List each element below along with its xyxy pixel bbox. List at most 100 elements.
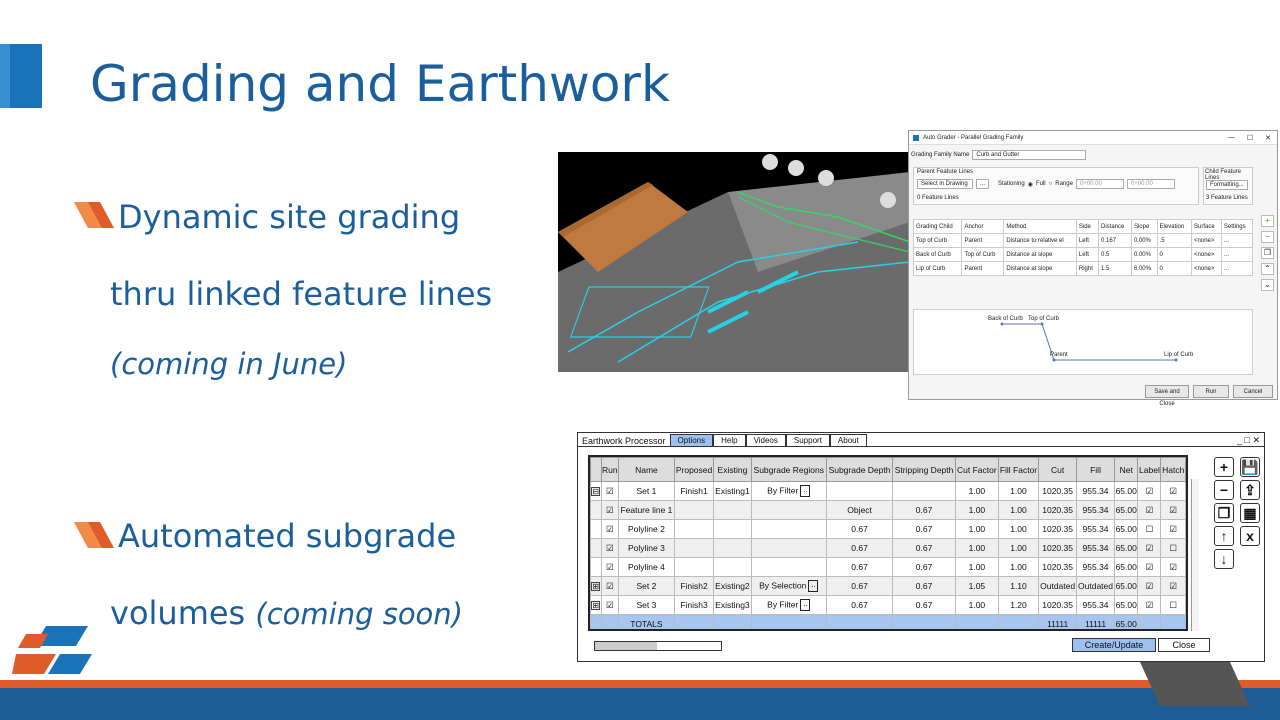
- cell-elevation[interactable]: 0: [1156, 247, 1193, 262]
- regions-picker-button[interactable]: ..: [800, 485, 811, 497]
- save-icon[interactable]: 💾: [1240, 457, 1260, 477]
- full-radio[interactable]: ◉: [1028, 181, 1033, 188]
- cell-slope[interactable]: 0.00%: [1130, 247, 1158, 262]
- value-name[interactable]: Set 3: [637, 600, 657, 610]
- regions-picker-button[interactable]: ..: [800, 599, 811, 611]
- cell-settings[interactable]: ...: [1220, 233, 1254, 248]
- grading-child-row[interactable]: Back of Curb Top of Curb Distance at slope…: [912, 247, 1254, 262]
- cell-regions: By Selection..: [750, 576, 827, 596]
- hatch-checkbox[interactable]: ☑: [1169, 486, 1177, 496]
- cell-surface[interactable]: <none>: [1191, 261, 1222, 276]
- cell-settings[interactable]: ...: [1220, 247, 1254, 262]
- cell-surface[interactable]: <none>: [1191, 247, 1222, 262]
- move-up-icon[interactable]: ↑: [1214, 526, 1234, 546]
- run-checkbox[interactable]: ☑: [606, 486, 614, 496]
- select-in-drawing-dropdown[interactable]: Select in Drawing: [917, 179, 973, 189]
- label-checkbox[interactable]: ☑: [1146, 486, 1154, 496]
- close-icon[interactable]: ✕: [1265, 134, 1271, 142]
- cell-slope[interactable]: 6.00%: [1130, 261, 1158, 276]
- value-name[interactable]: Set 1: [637, 486, 657, 496]
- cell-method[interactable]: Distance at slope: [1003, 247, 1077, 262]
- value-name[interactable]: Set 2: [637, 581, 657, 591]
- cell-elevation[interactable]: .5: [1156, 233, 1193, 248]
- grading-child-row[interactable]: Top of Curb Parent Distance to relative el…: [912, 233, 1254, 248]
- hatch-checkbox[interactable]: ☑: [1169, 524, 1177, 534]
- run-checkbox[interactable]: ☑: [606, 505, 614, 515]
- run-checkbox[interactable]: ☑: [606, 562, 614, 572]
- regions-picker-button[interactable]: ..: [808, 580, 819, 592]
- table-icon[interactable]: ▦: [1240, 503, 1260, 523]
- save-and-close-button[interactable]: Save and Close: [1145, 385, 1189, 407]
- run-checkbox[interactable]: ☑: [606, 543, 614, 553]
- cell-anchor[interactable]: Top of Curb: [961, 247, 1005, 262]
- range-radio[interactable]: ○: [1049, 181, 1053, 187]
- excel-icon[interactable]: x: [1240, 526, 1260, 546]
- expand-toggle[interactable]: ⊞: [591, 582, 601, 591]
- run-checkbox[interactable]: ☑: [606, 524, 614, 534]
- family-name-field[interactable]: Curb and Gutter: [972, 150, 1087, 160]
- cell-distance[interactable]: 0.167: [1097, 233, 1132, 248]
- cell-method[interactable]: Distance at slope: [1003, 261, 1077, 276]
- run-checkbox[interactable]: ☑: [606, 600, 614, 610]
- tab-about[interactable]: About: [829, 434, 867, 446]
- tab-support[interactable]: Support: [785, 434, 830, 446]
- value-name[interactable]: Polyline 3: [628, 543, 665, 553]
- vertical-scrollbar[interactable]: [1191, 479, 1199, 631]
- create-update-button[interactable]: Create/Update: [1072, 638, 1156, 652]
- move-up-icon[interactable]: ⌃: [1261, 263, 1274, 275]
- cancel-button[interactable]: Cancel: [1233, 385, 1273, 398]
- grading-child-row[interactable]: Lip of Curb Parent Distance at slope Right 1…: [912, 261, 1254, 276]
- label-checkbox[interactable]: ☑: [1146, 505, 1154, 515]
- cell-elevation[interactable]: 0: [1156, 261, 1193, 276]
- label-checkbox[interactable]: ☑: [1146, 600, 1154, 610]
- copy-icon[interactable]: ❐: [1214, 503, 1234, 523]
- move-down-icon[interactable]: ↓: [1214, 549, 1234, 569]
- tab-videos[interactable]: Videos: [745, 434, 786, 446]
- tab-help[interactable]: Help: [713, 434, 746, 446]
- cell-anchor[interactable]: Parent: [961, 261, 1005, 276]
- cell-distance[interactable]: 1.5: [1097, 261, 1132, 276]
- label-checkbox[interactable]: ☑: [1146, 562, 1154, 572]
- hatch-checkbox[interactable]: ☐: [1169, 600, 1177, 610]
- range-end-field[interactable]: 0+00.00: [1126, 179, 1175, 189]
- formatting-button[interactable]: Formatting...: [1206, 180, 1248, 190]
- hatch-checkbox[interactable]: ☑: [1169, 562, 1177, 572]
- label-checkbox[interactable]: ☑: [1146, 543, 1154, 553]
- move-down-icon[interactable]: ⌄: [1261, 279, 1274, 291]
- add-icon[interactable]: +: [1214, 457, 1234, 477]
- window-controls[interactable]: _ □ ✕: [1237, 435, 1264, 446]
- cell-side[interactable]: Left: [1075, 233, 1099, 248]
- remove-icon[interactable]: −: [1214, 480, 1234, 500]
- label-checkbox[interactable]: ☑: [1146, 581, 1154, 591]
- hatch-checkbox[interactable]: ☐: [1169, 543, 1177, 553]
- cell-method[interactable]: Distance to relative el: [1003, 233, 1077, 248]
- range-start-field[interactable]: 0+00.00: [1075, 179, 1124, 189]
- value-name[interactable]: Feature line 1: [620, 505, 672, 515]
- hatch-checkbox[interactable]: ☑: [1169, 505, 1177, 515]
- remove-icon[interactable]: −: [1261, 231, 1274, 243]
- close-button[interactable]: Close: [1158, 638, 1210, 652]
- cell-settings[interactable]: ...: [1220, 261, 1254, 276]
- cell-distance[interactable]: 0.5: [1097, 247, 1132, 262]
- run-checkbox[interactable]: ☑: [606, 581, 614, 591]
- expand-toggle[interactable]: ⊟: [591, 487, 601, 496]
- run-button[interactable]: Run: [1193, 385, 1229, 398]
- copy-icon[interactable]: ❐: [1261, 247, 1274, 259]
- horizontal-scrollbar[interactable]: [594, 641, 722, 651]
- export-icon[interactable]: ⇪: [1240, 480, 1260, 500]
- minimize-icon[interactable]: —: [1228, 134, 1235, 142]
- add-icon[interactable]: +: [1261, 215, 1274, 227]
- label-checkbox[interactable]: ☐: [1146, 524, 1154, 534]
- hatch-checkbox[interactable]: ☑: [1169, 581, 1177, 591]
- tab-options[interactable]: Options: [669, 434, 714, 446]
- cell-slope[interactable]: 0.00%: [1130, 233, 1158, 248]
- cell-side[interactable]: Left: [1075, 247, 1099, 262]
- value-name[interactable]: Polyline 2: [628, 524, 665, 534]
- cell-surface[interactable]: <none>: [1191, 233, 1222, 248]
- cell-side[interactable]: Right: [1075, 261, 1099, 276]
- value-name[interactable]: Polyline 4: [628, 562, 665, 572]
- cell-anchor[interactable]: Parent: [961, 233, 1005, 248]
- maximize-icon[interactable]: ☐: [1247, 134, 1253, 142]
- pick-button[interactable]: ...: [976, 179, 990, 189]
- expand-toggle[interactable]: ⊞: [591, 601, 601, 610]
